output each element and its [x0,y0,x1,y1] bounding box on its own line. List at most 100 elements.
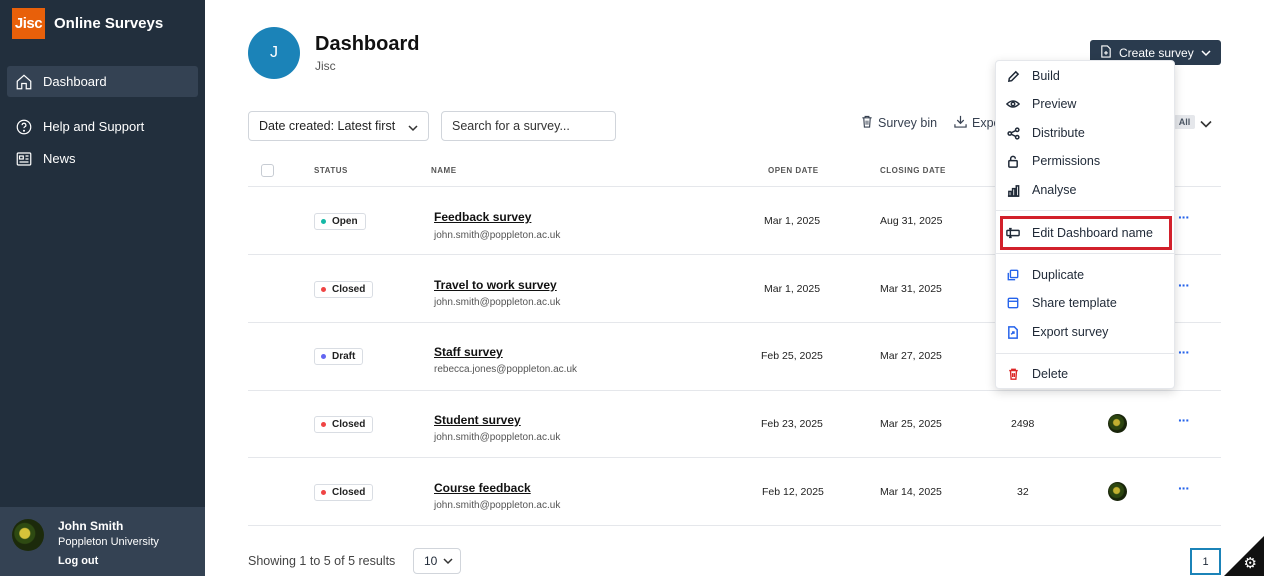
gear-icon[interactable]: ⚙ [1244,554,1257,572]
menu-item-label: Duplicate [1032,268,1085,282]
open-date: Mar 1, 2025 [764,283,821,295]
export-button[interactable]: Expo [954,115,1001,131]
row-actions-button[interactable]: ··· [1178,480,1190,496]
chevron-down-icon[interactable] [1200,116,1212,134]
table-row[interactable]: Closed Student survey john.smith@popplet… [248,390,1221,458]
status-badge: Closed [314,281,374,298]
menu-item-build[interactable]: Build [996,64,1174,88]
user-panel: John Smith Poppleton University Log out [0,507,205,576]
menu-item-analyse[interactable]: Analyse [996,178,1174,202]
copy-icon [1006,268,1020,282]
owner-avatar [1108,482,1127,501]
sidebar-item-news[interactable]: News [7,143,198,174]
sidebar-item-label: Help and Support [43,119,145,134]
survey-bin-button[interactable]: Survey bin [861,115,937,131]
page-subtitle: Jisc [315,59,336,73]
column-status[interactable]: STATUS [314,166,348,175]
sidebar-item-help[interactable]: Help and Support [7,111,198,142]
row-actions-button[interactable]: ··· [1178,344,1190,360]
select-all-checkbox[interactable] [261,164,274,177]
page-button[interactable]: 1 [1190,548,1221,575]
status-badge: Open [314,213,366,230]
status-label: Open [332,216,358,227]
per-page-select[interactable]: 10 [413,548,461,574]
app-root: Jisc Online Surveys Dashboard Help and S… [0,0,1264,576]
chevron-down-icon [408,121,418,135]
closing-date: Mar 14, 2025 [880,486,942,498]
news-icon [14,149,34,169]
menu-item-permissions[interactable]: Permissions [996,149,1174,173]
create-survey-label: Create survey [1119,45,1194,60]
survey-owner-email: rebecca.jones@poppleton.ac.uk [434,364,578,375]
user-avatar[interactable] [12,519,44,551]
response-count: 2498 [1011,418,1035,430]
table-row[interactable]: Closed Course feedback john.smith@popple… [248,458,1221,526]
download-icon [954,115,972,131]
survey-bin-label: Survey bin [878,116,938,130]
chevron-down-icon [1201,46,1211,60]
status-badge: Closed [314,484,374,501]
column-open-date[interactable]: OPEN DATE [768,166,819,175]
menu-item-label: Distribute [1032,126,1085,140]
pencil-icon [1006,69,1020,83]
menu-item-preview[interactable]: Preview [996,92,1174,116]
home-icon [14,72,34,92]
menu-item-duplicate[interactable]: Duplicate [996,263,1174,287]
menu-item-label: Export survey [1032,325,1109,339]
menu-item-label: Build [1032,69,1060,83]
survey-name-link[interactable]: Student survey [434,413,521,427]
menu-item-label: Analyse [1032,183,1077,197]
app-name: Online Surveys [54,15,164,32]
status-label: Closed [332,419,366,430]
survey-name-link[interactable]: Staff survey [434,345,503,359]
trash-icon [861,115,878,131]
menu-item-export-survey[interactable]: Export survey [996,320,1174,344]
dashboard-avatar: J [248,27,300,79]
row-actions-button[interactable]: ··· [1178,412,1190,428]
open-date: Feb 23, 2025 [761,418,823,430]
lock-icon [1006,154,1020,168]
open-date: Feb 12, 2025 [762,486,824,498]
status-dot [321,354,326,359]
status-dot [321,490,326,495]
status-dot [321,422,326,427]
row-actions-button[interactable]: ··· [1178,277,1190,293]
survey-owner-email: john.smith@poppleton.ac.uk [434,500,561,511]
chevron-down-icon [443,554,453,568]
user-name: John Smith [58,519,124,533]
results-summary: Showing 1 to 5 of 5 results [248,554,396,568]
closing-date: Aug 31, 2025 [880,215,943,227]
survey-name-link[interactable]: Feedback survey [434,210,531,224]
per-page-value: 10 [424,554,438,568]
closing-date: Mar 31, 2025 [880,283,942,295]
open-date: Mar 1, 2025 [764,215,821,227]
survey-name-link[interactable]: Course feedback [434,481,531,495]
menu-divider [996,253,1174,254]
status-label: Closed [332,487,366,498]
search-input[interactable] [441,111,616,141]
menu-item-share-template[interactable]: Share template [996,291,1174,315]
menu-item-delete[interactable]: Delete [996,362,1174,386]
sort-select-value: Date created: Latest first [259,119,396,133]
filter-badge[interactable]: All [1174,115,1195,129]
column-closing-date[interactable]: CLOSING DATE [880,166,946,175]
sort-select[interactable]: Date created: Latest first [248,111,429,141]
row-actions-button[interactable]: ··· [1178,209,1190,225]
highlight-box [1000,216,1172,250]
column-name[interactable]: NAME [431,166,457,175]
sidebar-item-dashboard[interactable]: Dashboard [7,66,198,97]
export-file-icon [1006,325,1020,339]
sidebar-item-label: News [43,151,76,166]
survey-owner-email: john.smith@poppleton.ac.uk [434,432,561,443]
logout-link[interactable]: Log out [58,555,98,567]
eye-icon [1006,97,1020,111]
user-organisation: Poppleton University [58,536,159,548]
brand[interactable]: Jisc Online Surveys [12,8,163,39]
menu-divider [996,353,1174,354]
menu-item-distribute[interactable]: Distribute [996,121,1174,145]
help-circle-icon [14,117,34,137]
menu-divider [996,210,1174,211]
new-document-icon [1100,44,1112,61]
status-label: Draft [332,351,356,362]
survey-name-link[interactable]: Travel to work survey [434,278,557,292]
